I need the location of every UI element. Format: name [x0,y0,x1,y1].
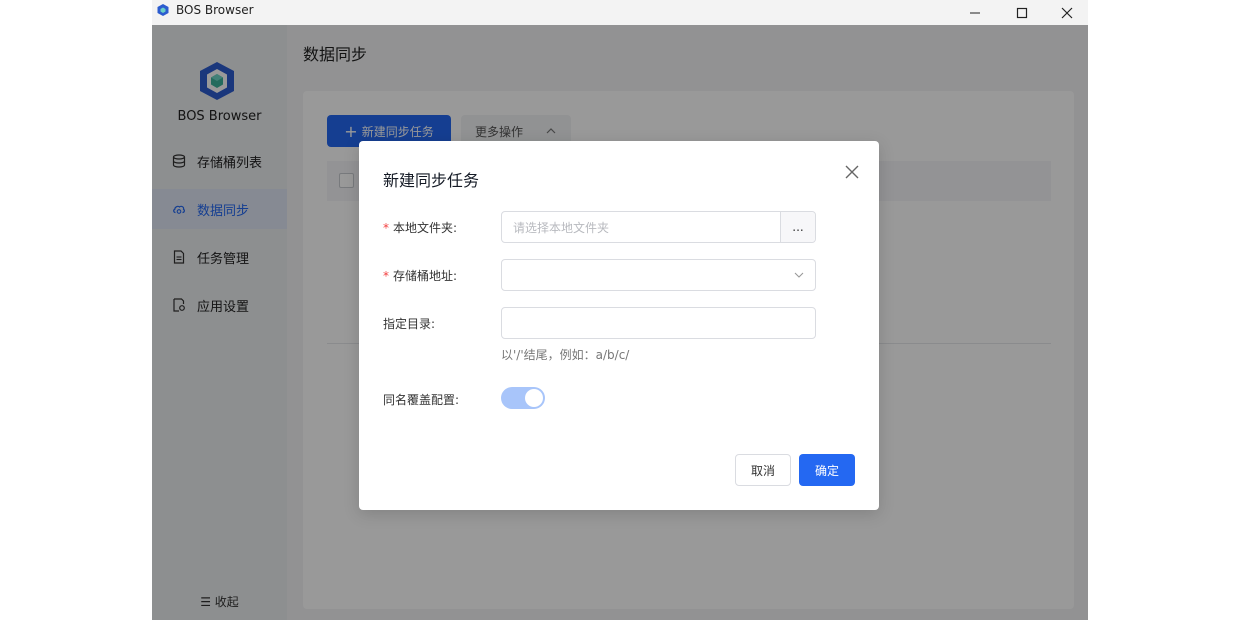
overwrite-label: 同名覆盖配置: [383,393,460,407]
confirm-button[interactable]: 确定 [799,454,855,486]
maximize-icon [1016,7,1028,18]
browse-folder-button[interactable]: ... [780,212,815,242]
directory-hint: 以'/'结尾，例如：a/b/c/ [501,348,630,362]
switch-knob [525,389,543,407]
bucket-address-select[interactable] [501,259,816,291]
title-bar: BOS Browser [152,0,1088,25]
local-folder-label: * 本地文件夹: [383,221,458,235]
close-dialog-icon[interactable] [843,163,861,181]
local-folder-placeholder: 请选择本地文件夹 [513,220,610,235]
chevron-down-icon [794,272,804,278]
browse-label: ... [792,220,804,234]
bucket-address-label: * 存储桶地址: [383,269,458,283]
minimize-icon [970,12,980,13]
minimize-button[interactable] [952,0,998,25]
directory-label: 指定目录: [383,317,436,331]
required-mark: * [383,269,389,283]
local-folder-input[interactable]: 请选择本地文件夹 ... [501,211,816,243]
close-window-button[interactable] [1044,0,1088,25]
overwrite-switch[interactable] [501,387,545,409]
new-sync-task-dialog: 新建同步任务 * 本地文件夹: 请选择本地文件夹 ... * 存储桶地址: 指定目录… [359,141,879,510]
close-icon [1061,7,1073,18]
directory-input[interactable] [501,307,816,339]
required-mark: * [383,221,389,235]
window-title: BOS Browser [176,3,254,17]
maximize-button[interactable] [999,0,1045,25]
cancel-button[interactable]: 取消 [735,454,791,486]
app-logo-icon [157,4,169,16]
dialog-title: 新建同步任务 [383,171,480,190]
